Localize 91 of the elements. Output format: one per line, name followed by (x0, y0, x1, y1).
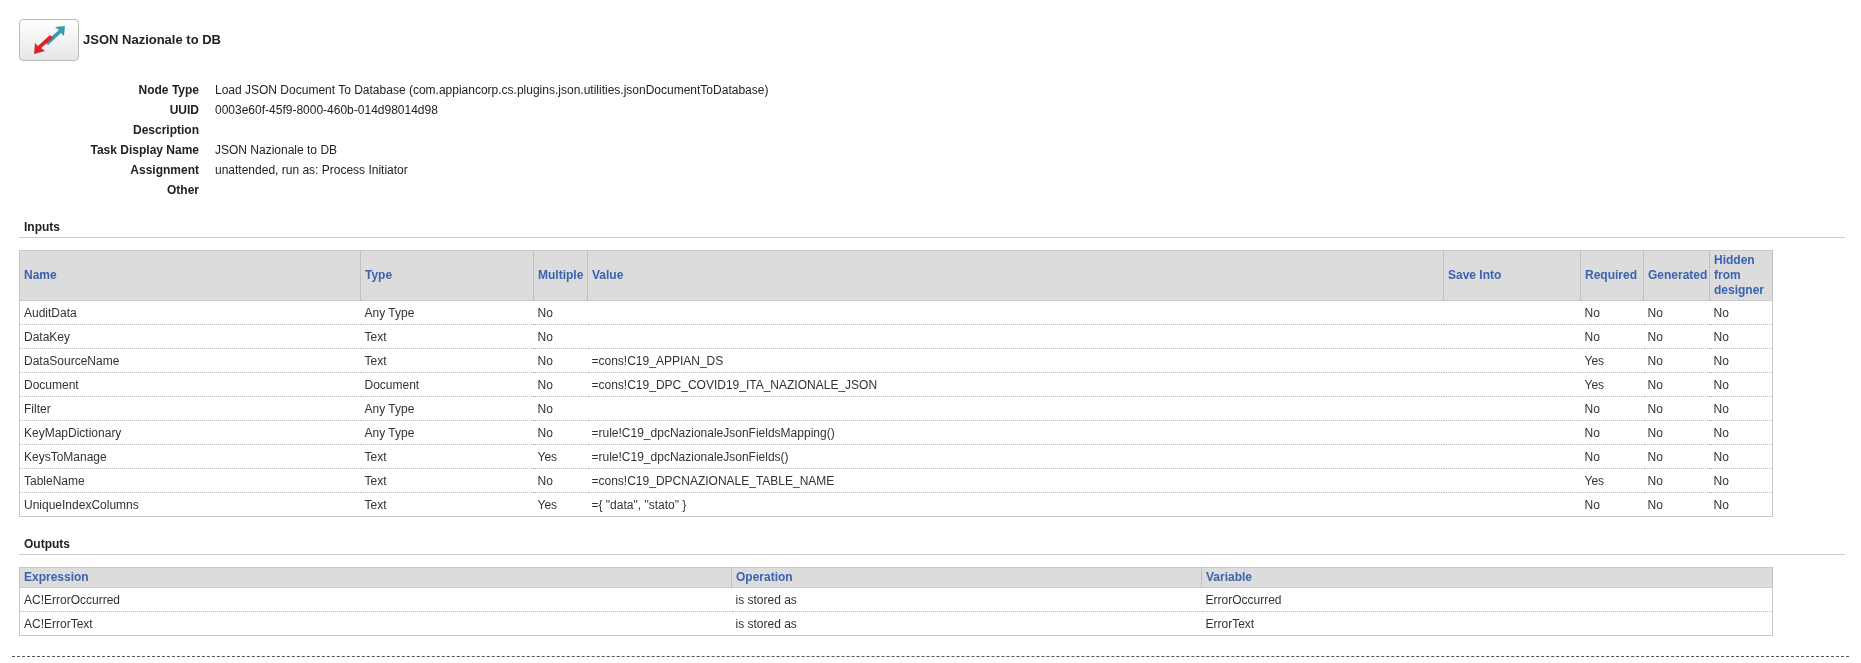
table-cell: No (1713, 425, 1729, 440)
property-label: Description (133, 122, 199, 139)
table-cell: No (1584, 401, 1600, 416)
table-cell: DataKey (24, 329, 71, 344)
table-cell: Yes (1584, 353, 1605, 368)
property-value: JSON Nazionale to DB (215, 142, 338, 159)
table-cell: UniqueIndexColumns (24, 497, 139, 512)
column-header: Operation (731, 567, 1202, 588)
table-cell: No (1647, 353, 1663, 368)
property-value: unattended, run as: Process Initiator (215, 162, 408, 179)
column-header: Save Into (1443, 250, 1581, 301)
property-label: Other (167, 182, 199, 199)
table-cell: No (537, 425, 553, 440)
property-label: UUID (169, 102, 199, 119)
table-cell: No (1713, 497, 1729, 512)
table-cell: Text (364, 353, 387, 368)
table-cell: No (1647, 473, 1663, 488)
table-cell: DataSourceName (24, 353, 120, 368)
table-cell: No (1713, 449, 1729, 464)
table-cell: Yes (1584, 377, 1605, 392)
section-heading: Inputs (24, 219, 60, 236)
table-cell: No (1713, 377, 1729, 392)
table-cell: No (537, 473, 553, 488)
table-cell: No (537, 353, 553, 368)
table-cell: =cons!C19_DPC_COVID19_ITA_NAZIONALE_JSON (591, 377, 878, 392)
property-value: 0003e60f-45f9-8000-460b-014d98014d98 (215, 102, 438, 119)
table-cell: ErrorText (1205, 616, 1255, 631)
table-cell: is stored as (735, 616, 797, 631)
table-cell: Text (364, 497, 387, 512)
table-cell: Text (364, 449, 387, 464)
table-cell: No (537, 305, 553, 320)
table-cell: No (1713, 305, 1729, 320)
table-cell: No (1647, 497, 1663, 512)
column-header: Variable (1201, 567, 1773, 588)
table-cell: KeyMapDictionary (24, 425, 122, 440)
table-cell: Any Type (364, 401, 415, 416)
property-label: Task Display Name (90, 142, 199, 159)
table-cell: No (537, 401, 553, 416)
property-label: Node Type (138, 82, 199, 99)
table-cell: No (1647, 329, 1663, 344)
table-cell: =rule!C19_dpcNazionaleJsonFields() (591, 449, 789, 464)
table-cell: AC!ErrorOccurred (24, 592, 121, 607)
column-header: Hidden from designer (1709, 250, 1773, 301)
table-cell: No (1647, 305, 1663, 320)
load-icon (19, 19, 79, 61)
node-title: JSON Nazionale to DB (83, 31, 221, 50)
table-cell: No (537, 329, 553, 344)
table-cell: No (1647, 449, 1663, 464)
table-cell: Yes (537, 497, 558, 512)
table-cell: No (1713, 353, 1729, 368)
table-cell: No (1584, 305, 1600, 320)
table-cell: AC!ErrorText (24, 616, 93, 631)
table-cell: Text (364, 473, 387, 488)
column-header: Value (587, 250, 1444, 301)
table-cell: Document (24, 377, 79, 392)
column-header: Required (1580, 250, 1644, 301)
table-cell: No (1584, 497, 1600, 512)
column-header: Type (360, 250, 534, 301)
table-cell: No (537, 377, 553, 392)
column-header: Generated (1643, 250, 1710, 301)
table-cell: =cons!C19_DPCNAZIONALE_TABLE_NAME (591, 473, 835, 488)
column-header: Expression (19, 567, 732, 588)
table-cell: Filter (24, 401, 51, 416)
table-cell: =rule!C19_dpcNazionaleJsonFieldsMapping() (591, 425, 835, 440)
table-cell: No (1647, 401, 1663, 416)
column-header: Name (19, 250, 361, 301)
section-heading: Outputs (24, 536, 70, 553)
table-cell: Document (364, 377, 420, 392)
property-label: Assignment (130, 162, 199, 179)
property-value: Load JSON Document To Database (com.appiancorp.cs.plugins.json.utilities.jsonDocumentToDatabase) (215, 82, 769, 99)
table-cell: No (1584, 329, 1600, 344)
table-cell: Yes (537, 449, 558, 464)
table-cell: No (1647, 425, 1663, 440)
table-cell: No (1713, 473, 1729, 488)
table-cell: KeysToManage (24, 449, 107, 464)
table-cell: Any Type (364, 305, 415, 320)
table-cell: Yes (1584, 473, 1605, 488)
table-cell: No (1584, 449, 1600, 464)
table-cell: No (1713, 329, 1729, 344)
table-cell: Any Type (364, 425, 415, 440)
table-cell: =cons!C19_APPIAN_DS (591, 353, 724, 368)
table-cell: ={ "data", "stato" } (591, 497, 687, 512)
table-cell: No (1647, 377, 1663, 392)
table-cell: ErrorOccurred (1205, 592, 1282, 607)
table-cell: TableName (24, 473, 85, 488)
table-cell: No (1584, 425, 1600, 440)
table-cell: Text (364, 329, 387, 344)
table-cell: No (1713, 401, 1729, 416)
table-cell: is stored as (735, 592, 797, 607)
table-cell: AuditData (24, 305, 77, 320)
column-header: Multiple (533, 250, 588, 301)
